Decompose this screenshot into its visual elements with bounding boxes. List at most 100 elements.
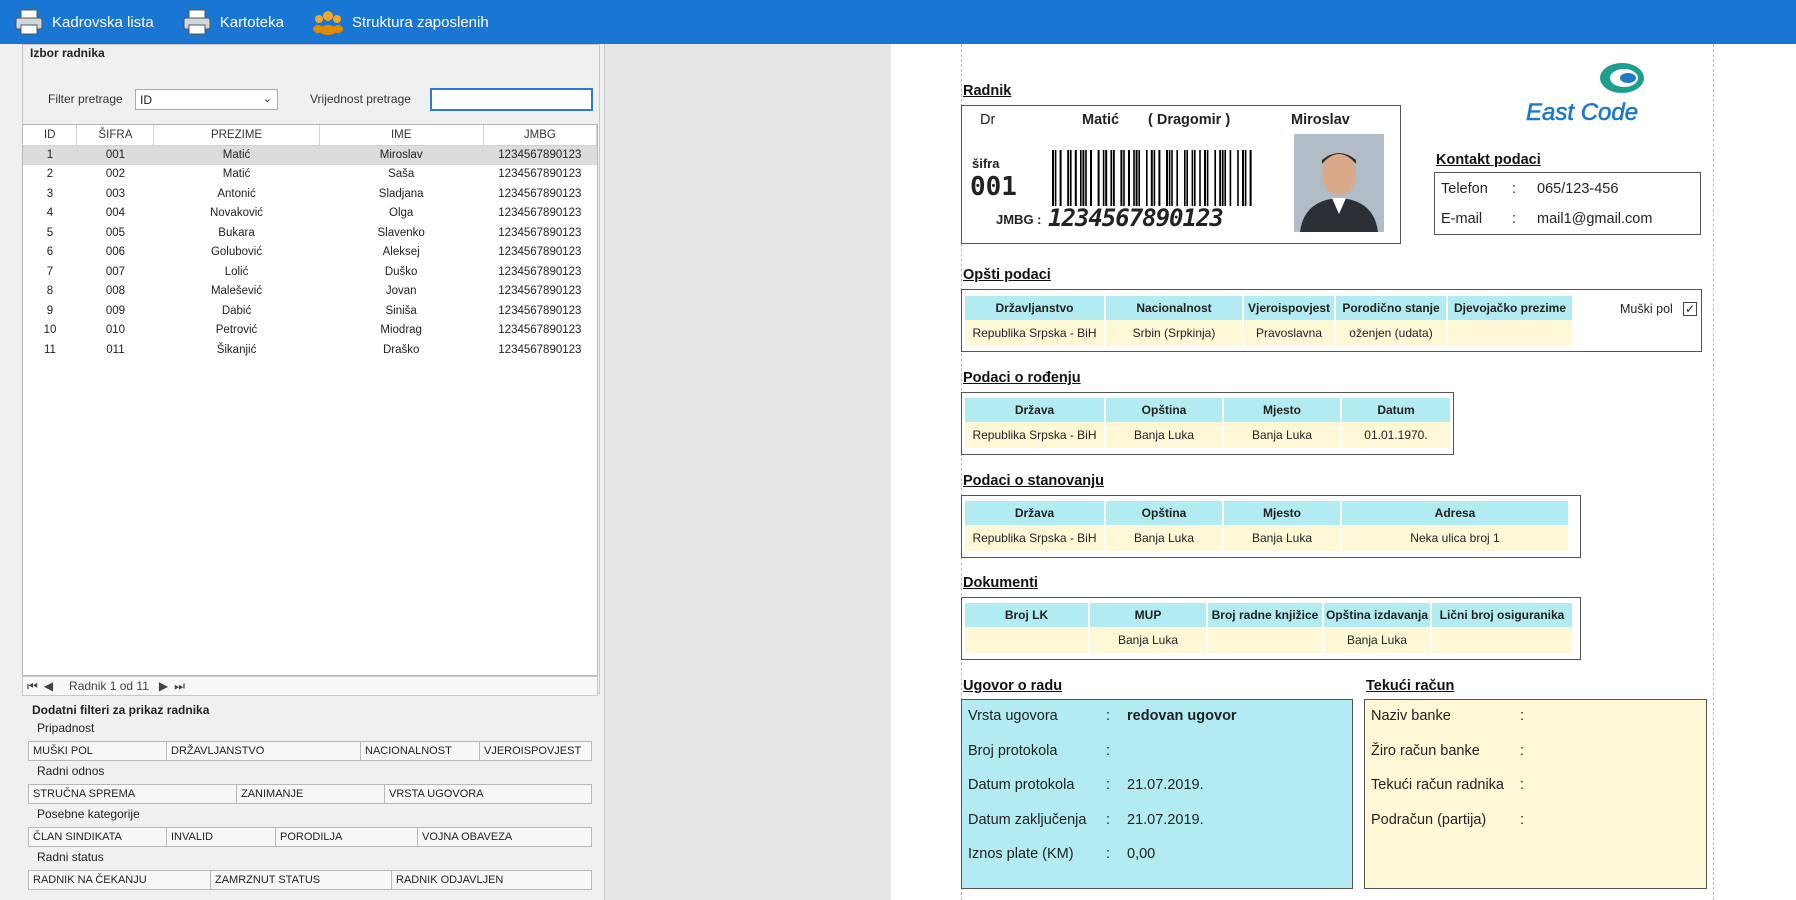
last-record-icon[interactable]: ⏭	[174, 679, 185, 694]
filter-chip[interactable]: DRŽAVLJANSTVO	[167, 742, 361, 760]
column-header[interactable]: ID	[23, 125, 78, 146]
filter-select[interactable]: ID ⌄	[135, 89, 278, 110]
margin-line-right	[1713, 44, 1714, 900]
table-cell: 1	[23, 145, 77, 165]
column-header: Adresa	[1341, 501, 1570, 525]
filter-chip[interactable]: VJEROISPOVJEST	[480, 742, 591, 760]
filter-chip[interactable]: VRSTA UGOVORA	[385, 785, 591, 803]
filter-chip[interactable]: RADNIK NA ČEKANJU	[29, 871, 211, 889]
value-label: Vrijednost pretrage	[310, 92, 411, 106]
column-header: Opština izdavanja	[1323, 603, 1432, 627]
table-row[interactable]: 9 009 Dabić Siniša 1234567890123	[23, 301, 597, 321]
ugovor-label: Datum zaključenja	[968, 811, 1087, 828]
table-row[interactable]: 1 001 Matić Miroslav 1234567890123	[23, 145, 597, 165]
filter-chip[interactable]: PORODILJA	[276, 828, 418, 846]
kadrovska-lista-button[interactable]: Kadrovska lista	[14, 8, 154, 36]
table-cell: 011	[106, 343, 125, 356]
table-row[interactable]: 6 006 Golubović Aleksej 1234567890123	[23, 243, 597, 263]
barcode-bar	[1171, 150, 1173, 206]
racun-colon: :	[1520, 708, 1525, 724]
racun-header: Tekući račun	[1366, 678, 1455, 694]
column-header[interactable]: ŠIFRA	[76, 125, 155, 146]
opsti-table: Državljanstvo Nacionalnost Vjeroispovjest P…	[965, 296, 1574, 346]
racun-colon: :	[1520, 742, 1525, 759]
filter-label: Filter pretrage	[48, 92, 123, 106]
ugovor-label: Datum protokola	[968, 777, 1075, 793]
table-row[interactable]: 8 008 Malešević Jovan 1234567890123	[23, 282, 597, 302]
filter-section-title: Radni status	[37, 850, 104, 864]
barcode-bar	[1123, 150, 1125, 206]
column-header[interactable]: PREZIME	[153, 125, 320, 146]
table-row: Republika Srpska - BiH Banja Luka Banja Lu…	[965, 525, 1570, 551]
barcode-bar	[1138, 150, 1140, 206]
table-cell: 7	[46, 265, 54, 278]
kartoteka-label: Kartoteka	[219, 13, 284, 31]
filter-chip[interactable]: ZANIMANJE	[237, 785, 385, 803]
table-row: Republika Srpska - BiH Banja Luka Banja Lu…	[965, 422, 1452, 448]
barcode-bar	[1074, 150, 1077, 206]
filter-chip[interactable]: STRUČNA SPREMA	[29, 785, 237, 803]
person-photo-icon	[1294, 134, 1384, 232]
first-record-icon[interactable]: ⏮	[27, 679, 38, 694]
barcode-bar	[1070, 150, 1072, 206]
kontakt-box: Telefon : 065/123-456 E-mail : mail1@gma…	[1434, 172, 1701, 235]
table-cell: 6	[46, 246, 54, 259]
tel-value: 065/123-456	[1537, 181, 1619, 197]
east-code-logo: East Code	[1524, 58, 1710, 127]
muski-checkbox[interactable]: ✓	[1683, 302, 1697, 316]
filter-chip[interactable]: ČLAN SINDIKATA	[29, 828, 167, 846]
table-cell: 005	[105, 226, 126, 239]
rodjenje-table: Država Opština Mjesto Datum Republika Srpska…	[965, 398, 1452, 448]
ugovor-value: 21.07.2019.	[1127, 777, 1204, 793]
table-cell: Golubović	[210, 246, 263, 259]
kartoteka-button[interactable]: Kartoteka	[182, 8, 284, 36]
table-row[interactable]: 7 007 Lolić Duško 1234567890123	[23, 262, 597, 282]
filter-value: ID	[140, 93, 152, 107]
table-row[interactable]: 4 004 Novaković Olga 1234567890123	[23, 204, 597, 224]
barcode	[1052, 150, 1252, 206]
sifra-value: 001	[970, 172, 1017, 202]
filter-section-title: Radni odnos	[37, 764, 105, 778]
search-value-input[interactable]	[430, 88, 593, 111]
table-row[interactable]: 5 005 Bukara Slavenko 1234567890123	[23, 223, 597, 243]
barcode-bar	[1105, 150, 1108, 206]
table-cell: Republika Srpska - BiH	[965, 525, 1106, 551]
table-row[interactable]: 3 003 Antonić Sladjana 1234567890123	[23, 184, 597, 204]
table-cell: 1234567890123	[498, 343, 582, 356]
filter-row: ČLAN SINDIKATA INVALID PORODILJA VOJNA OBAV…	[28, 827, 592, 847]
table-cell: 1234567890123	[498, 226, 582, 239]
filter-section-title: Posebne kategorije	[37, 807, 140, 821]
filter-chip[interactable]: VOJNA OBAVEZA	[418, 828, 591, 846]
table-row[interactable]: 2 002 Matić Saša 1234567890123	[23, 165, 597, 185]
filter-chip[interactable]: RADNIK ODJAVLJEN	[392, 871, 591, 889]
barcode-bar	[1244, 150, 1247, 206]
kadrovska-lista-label: Kadrovska lista	[52, 13, 154, 31]
printer-icon	[183, 9, 211, 35]
filter-chip[interactable]: MUŠKI POL	[29, 742, 167, 760]
barcode-bar	[1146, 150, 1148, 206]
barcode-bar	[1133, 150, 1135, 206]
table-cell: 010	[105, 324, 126, 337]
filter-chip[interactable]: NACIONALNOST	[361, 742, 480, 760]
table-row: Banja Luka Banja Luka	[965, 627, 1574, 653]
filter-chip[interactable]: ZAMRZNUT STATUS	[211, 871, 392, 889]
filter-chip[interactable]: INVALID	[167, 828, 276, 846]
table-row[interactable]: 10 010 Petrović Miodrag 1234567890123	[23, 321, 597, 341]
people-icon	[312, 11, 343, 35]
table-cell: 5	[46, 226, 54, 239]
table-cell: Antonić	[217, 187, 256, 200]
table-cell: 8	[46, 285, 54, 298]
filters-title: Dodatni filteri za prikaz radnika	[32, 703, 210, 717]
column-header[interactable]: IME	[319, 125, 484, 146]
prev-record-icon[interactable]: ◀	[44, 679, 53, 693]
racun-colon: :	[1520, 777, 1525, 793]
column-header[interactable]: JMBG	[483, 125, 598, 146]
stanovanje-box: Država Opština Mjesto Adresa Republika Srpsk…	[961, 495, 1581, 558]
table-cell: Banja Luka	[1223, 422, 1342, 448]
table-cell: Matić	[222, 168, 251, 181]
table-row: Republika Srpska - BiH Srbin (Srpkinja) Pr…	[965, 320, 1574, 346]
next-record-icon[interactable]: ▶	[159, 679, 168, 693]
struktura-label: Struktura zaposlenih	[351, 13, 489, 31]
struktura-zaposlenih-button[interactable]: Struktura zaposlenih	[312, 8, 489, 36]
table-row[interactable]: 11 011 Šikanjić Draško 1234567890123	[23, 340, 597, 360]
